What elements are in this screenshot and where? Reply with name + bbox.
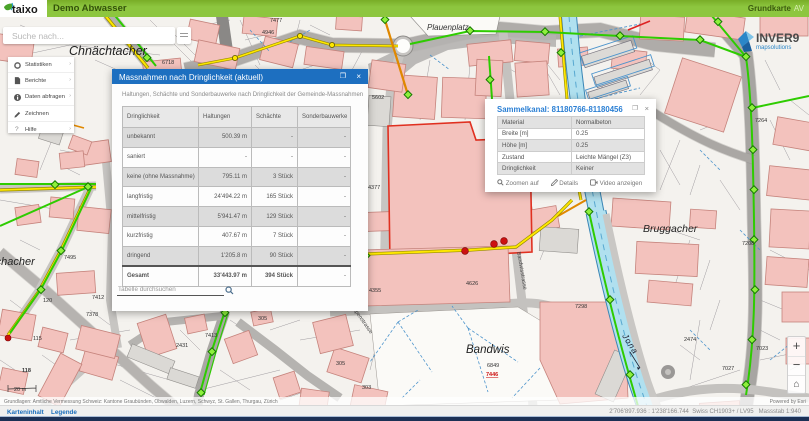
svg-text:6718: 6718 — [162, 60, 174, 66]
svg-text:Chnächtacher: Chnächtacher — [69, 44, 148, 58]
svg-text:7477: 7477 — [270, 18, 282, 24]
svg-text:Jochacher: Jochacher — [0, 256, 36, 268]
svg-text:115: 115 — [33, 336, 42, 342]
svg-text:118: 118 — [22, 368, 31, 374]
svg-text:7264: 7264 — [755, 118, 767, 124]
svg-text:305: 305 — [336, 361, 345, 367]
svg-text:Bandwis: Bandwis — [466, 344, 510, 356]
svg-text:4355: 4355 — [369, 288, 381, 294]
svg-text:305: 305 — [258, 316, 267, 322]
svg-text:4626: 4626 — [466, 281, 478, 287]
svg-text:7495: 7495 — [64, 255, 76, 261]
svg-text:INVER9: INVER9 — [756, 31, 800, 45]
svg-text:5602: 5602 — [372, 95, 384, 101]
svg-text:7413: 7413 — [205, 333, 217, 339]
svg-text:4946: 4946 — [262, 30, 274, 36]
svg-text:4377: 4377 — [368, 185, 380, 191]
svg-text:7023: 7023 — [756, 346, 768, 352]
svg-text:7412: 7412 — [92, 295, 104, 301]
svg-text:120: 120 — [43, 298, 52, 304]
svg-text:Bruggacher: Bruggacher — [643, 223, 698, 235]
svg-text:7027: 7027 — [722, 366, 734, 372]
svg-text:2431: 2431 — [176, 343, 188, 349]
svg-text:7298: 7298 — [575, 304, 587, 310]
svg-text:7208: 7208 — [742, 241, 754, 247]
svg-text:7378: 7378 — [86, 312, 98, 318]
svg-text:Plauenplatz: Plauenplatz — [427, 23, 469, 32]
svg-text:mapsolutions: mapsolutions — [756, 45, 791, 51]
svg-text:taixo: taixo — [12, 4, 38, 16]
svg-text:20 m: 20 m — [14, 387, 27, 393]
svg-text:303: 303 — [362, 385, 371, 391]
svg-text:2474: 2474 — [684, 337, 696, 343]
svg-text:7446: 7446 — [486, 372, 498, 378]
svg-text:6849: 6849 — [487, 363, 499, 369]
